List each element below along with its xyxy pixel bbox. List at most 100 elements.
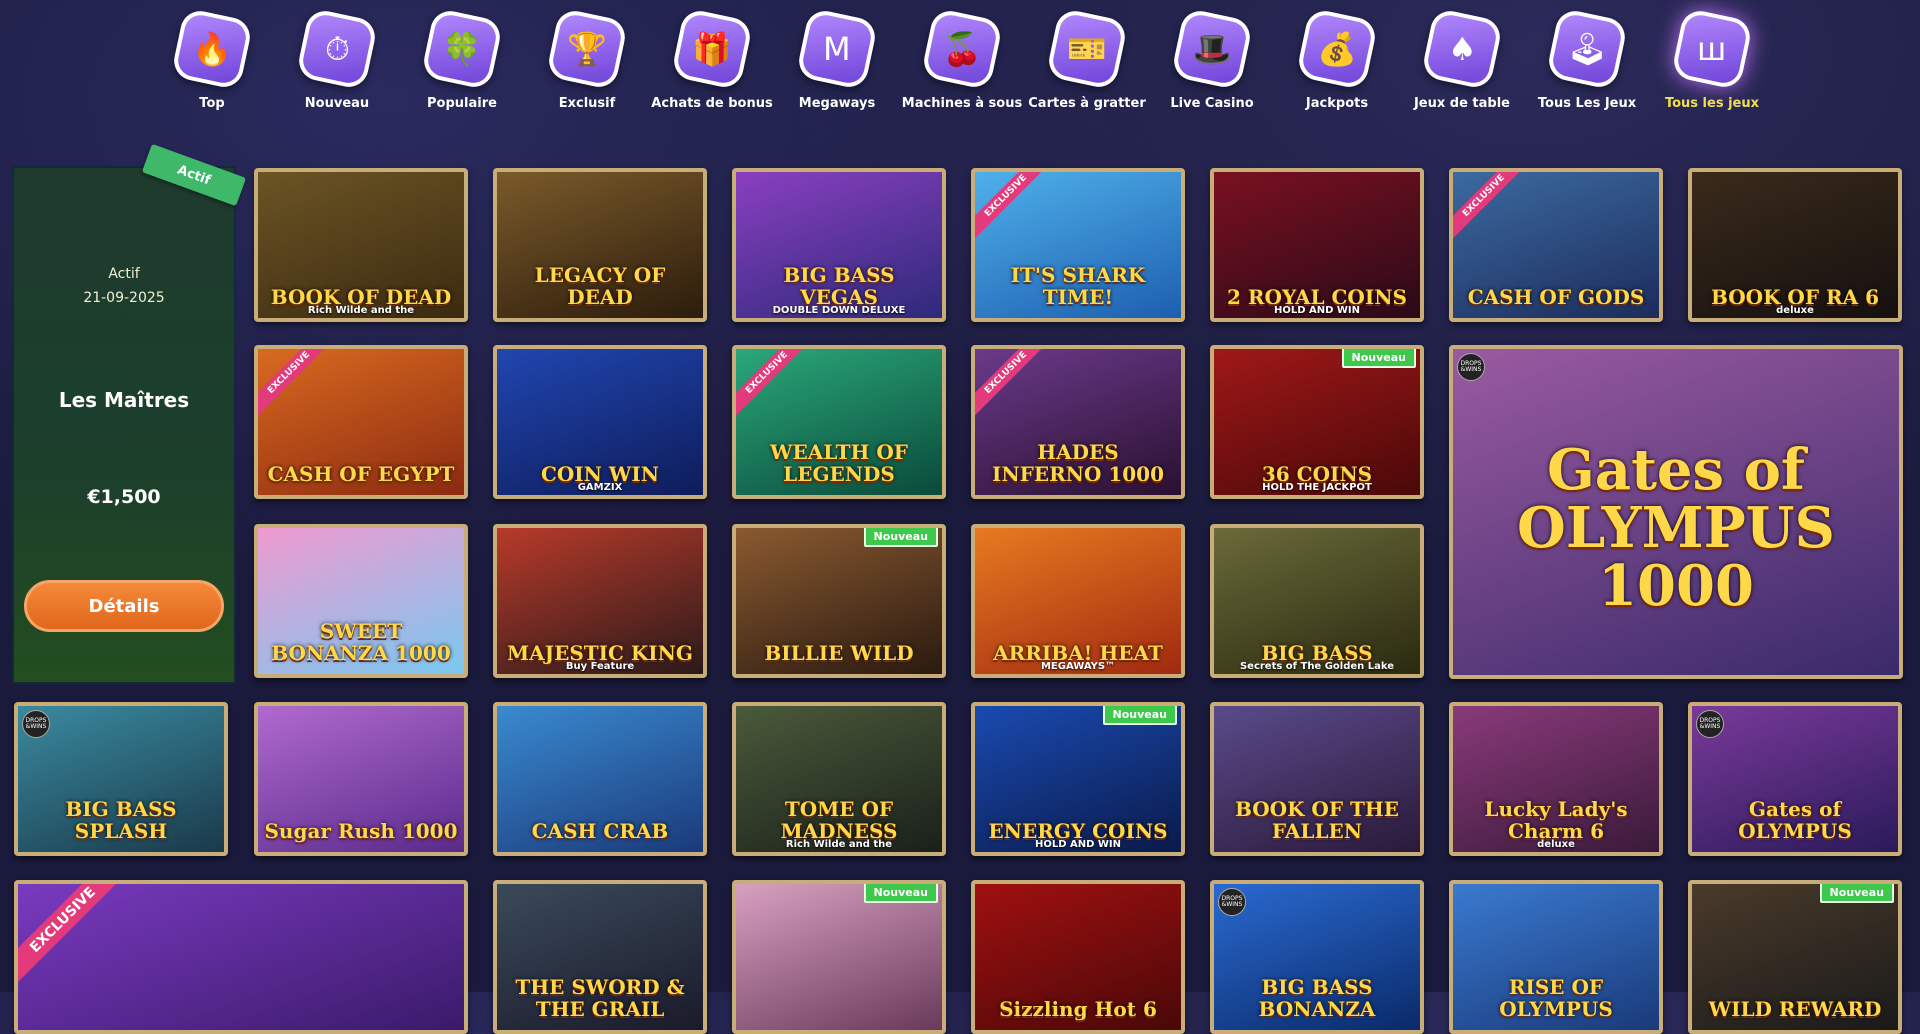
game-tile[interactable]: Sugar Rush 1000 <box>254 702 468 856</box>
game-subtitle: HOLD AND WIN <box>1273 305 1361 316</box>
game-tile[interactable]: Nouveau WILD REWARD <box>1688 880 1902 1034</box>
spade-card-icon-glyph: ♠ <box>1447 30 1477 68</box>
spade-card-icon: ♠ <box>1420 7 1504 91</box>
tournament-prize: €1,500 <box>87 486 161 508</box>
money-bag-icon: 💰 <box>1295 7 1379 91</box>
category-joystick[interactable]: 🕹 Tous Les Jeux <box>1522 7 1652 112</box>
stopwatch-icon-glyph: ⏱ <box>324 30 350 68</box>
category-stopwatch[interactable]: ⏱ Nouveau <box>272 7 402 112</box>
category-label: Live Casino <box>1170 96 1254 111</box>
fire-icon-glyph: 🔥 <box>192 30 232 68</box>
game-title: CASH CRAB <box>531 819 669 843</box>
game-tile[interactable]: TOME OF MADNESS Rich Wilde and the <box>732 702 946 856</box>
game-tile[interactable]: LEGACY OF DEAD <box>493 168 707 322</box>
game-tile[interactable]: CASH CRAB <box>493 702 707 856</box>
megaways-icon-glyph: M <box>823 29 851 68</box>
game-tile[interactable]: Nouveau ENERGY COINS HOLD AND WIN <box>971 702 1185 856</box>
game-tile[interactable]: COIN WIN GAMZIX <box>493 345 707 499</box>
category-megaways[interactable]: M Megaways <box>772 7 902 112</box>
game-title: TOME OF MADNESS <box>780 797 898 843</box>
category-money-bag[interactable]: 💰 Jackpots <box>1272 7 1402 112</box>
game-subtitle: Buy Feature <box>565 661 635 672</box>
game-tile[interactable]: ARRIBA! HEAT MEGAWAYS™ <box>971 524 1185 678</box>
category-provider-logo[interactable]: ш Tous les jeux <box>1647 7 1777 112</box>
game-tile[interactable]: SWEET BONANZA 1000 <box>254 524 468 678</box>
category-spade-card[interactable]: ♠ Jeux de table <box>1397 7 1527 112</box>
new-badge: Nouveau <box>863 884 938 903</box>
game-tile[interactable]: DROPS &WINS Gates of OLYMPUS 1000 <box>1449 345 1903 679</box>
game-tile[interactable]: EXCLUSIVE <box>14 880 468 1034</box>
game-tile[interactable]: BIG BASS VEGAS DOUBLE DOWN DELUXE <box>732 168 946 322</box>
game-tile[interactable]: DROPS &WINS Gates of OLYMPUS <box>1688 702 1902 856</box>
exclusive-banner: EXCLUSIVE <box>18 884 125 982</box>
game-tile[interactable]: BOOK OF RA 6 deluxe <box>1688 168 1902 322</box>
game-tile[interactable]: DROPS &WINS BIG BASS SPLASH <box>14 702 228 856</box>
category-label: Tous les jeux <box>1664 96 1760 111</box>
exclusive-banner: EXCLUSIVE <box>975 349 1051 418</box>
game-tile[interactable]: Nouveau 36 COINS HOLD THE JACKPOT <box>1210 345 1424 499</box>
clover-icon: 🍀 <box>420 7 504 91</box>
game-tile[interactable]: Lucky Lady's Charm 6 deluxe <box>1449 702 1663 856</box>
game-tile[interactable]: EXCLUSIVE CASH OF EGYPT <box>254 345 468 499</box>
game-tile[interactable]: 2 ROYAL COINS HOLD AND WIN <box>1210 168 1424 322</box>
tournament-card: Actif Actif 21-09-2025 Les Maîtres €1,50… <box>14 143 247 682</box>
game-tile[interactable]: Nouveau BILLIE WILD <box>732 524 946 678</box>
game-tile[interactable]: RISE OF OLYMPUS <box>1449 880 1663 1034</box>
category-dealer[interactable]: 🎩 Live Casino <box>1147 7 1277 112</box>
details-button[interactable]: Détails <box>24 580 224 632</box>
game-tile[interactable]: THE SWORD & THE GRAIL <box>493 880 707 1034</box>
category-scratch-card[interactable]: 🎫 Cartes à gratter <box>1022 7 1152 112</box>
category-trophy[interactable]: 🏆 Exclusif <box>522 7 652 112</box>
category-gift[interactable]: 🎁 Achats de bonus <box>647 7 777 112</box>
game-title: BIG BASS VEGAS <box>783 263 895 309</box>
game-title: CASH OF GODS <box>1467 285 1645 309</box>
trophy-icon-glyph: 🏆 <box>567 30 607 68</box>
game-title: Gates of OLYMPUS <box>1738 797 1852 843</box>
category-label: Populaire <box>427 96 497 111</box>
tournament-status: Actif <box>108 266 140 282</box>
gift-icon: 🎁 <box>670 7 754 91</box>
game-title: BIG BASS SPLASH <box>65 797 177 843</box>
game-tile[interactable]: EXCLUSIVE HADES INFERNO 1000 <box>971 345 1185 499</box>
game-tile[interactable]: MAJESTIC KING Buy Feature <box>493 524 707 678</box>
gift-icon-glyph: 🎁 <box>692 30 732 68</box>
game-title: CASH OF EGYPT <box>267 462 455 486</box>
game-tile[interactable]: BOOK OF DEAD Rich Wilde and the <box>254 168 468 322</box>
game-tile[interactable]: BIG BASS Secrets of The Golden Lake <box>1210 524 1424 678</box>
clover-icon-glyph: 🍀 <box>442 30 482 68</box>
game-subtitle: DOUBLE DOWN DELUXE <box>772 305 906 316</box>
game-title: Sizzling Hot 6 <box>999 997 1157 1021</box>
game-title: SWEET BONANZA 1000 <box>271 619 451 665</box>
tournament-name: Les Maîtres <box>58 388 190 412</box>
megaways-icon: M <box>795 7 879 91</box>
category-cherry[interactable]: 🍒 Machines à sous <box>897 7 1027 112</box>
game-tile[interactable]: Sizzling Hot 6 <box>971 880 1185 1034</box>
category-clover[interactable]: 🍀 Populaire <box>397 7 527 112</box>
tournament-date: 21-09-2025 <box>83 290 165 306</box>
category-fire[interactable]: 🔥 Top <box>147 7 277 112</box>
game-tile[interactable]: BOOK OF THE FALLEN <box>1210 702 1424 856</box>
game-title: IT'S SHARK TIME! <box>1010 263 1146 309</box>
game-title: WILD REWARD <box>1708 997 1882 1021</box>
game-title: Gates of OLYMPUS 1000 <box>1517 437 1835 619</box>
new-badge: Nouveau <box>863 528 938 547</box>
game-tile[interactable]: Nouveau <box>732 880 946 1034</box>
scratch-card-icon-glyph: 🎫 <box>1067 30 1107 68</box>
exclusive-banner: EXCLUSIVE <box>1453 172 1529 241</box>
exclusive-banner: EXCLUSIVE <box>975 172 1051 241</box>
game-tile[interactable]: DROPS &WINS BIG BASS BONANZA <box>1210 880 1424 1034</box>
drops-wins-badge: DROPS &WINS <box>1696 710 1724 738</box>
game-tile[interactable]: EXCLUSIVE IT'S SHARK TIME! <box>971 168 1185 322</box>
fire-icon: 🔥 <box>170 7 254 91</box>
exclusive-banner: EXCLUSIVE <box>736 349 812 418</box>
trophy-icon: 🏆 <box>545 7 629 91</box>
game-title: Sugar Rush 1000 <box>264 819 458 843</box>
category-label: Nouveau <box>304 96 370 111</box>
category-label: Top <box>199 96 225 111</box>
category-nav: 🔥 Top ⏱ Nouveau 🍀 Populaire 🏆 Exclusif 🎁 Achats d… <box>0 0 1920 135</box>
active-ribbon: Actif <box>141 143 247 207</box>
new-badge: Nouveau <box>1819 884 1894 903</box>
game-tile[interactable]: EXCLUSIVE CASH OF GODS <box>1449 168 1663 322</box>
category-label: Achats de bonus <box>651 96 773 111</box>
game-tile[interactable]: EXCLUSIVE WEALTH OF LEGENDS <box>732 345 946 499</box>
